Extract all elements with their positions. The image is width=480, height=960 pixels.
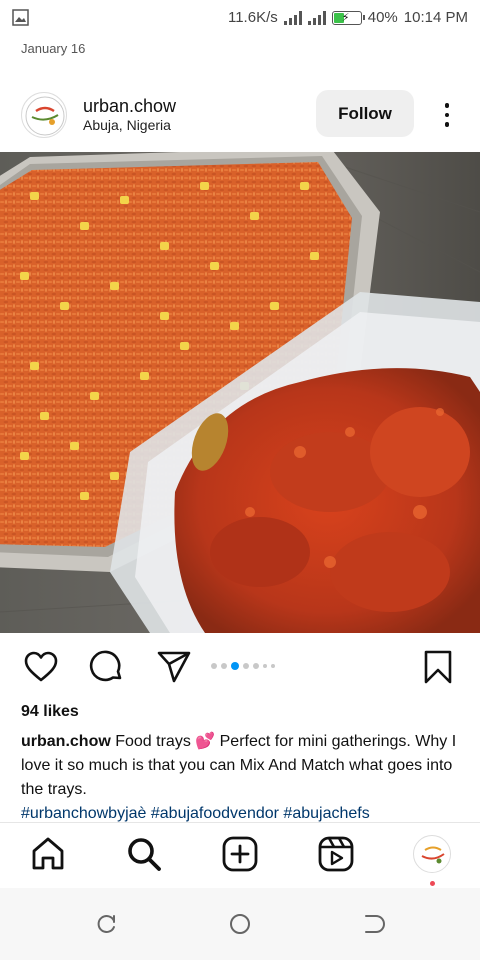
carousel-dot: [271, 664, 275, 668]
bookmark-icon[interactable]: [420, 649, 456, 685]
home-icon[interactable]: [29, 835, 67, 873]
signal-icon-2: [307, 10, 326, 25]
search-icon[interactable]: [125, 835, 163, 873]
recents-icon[interactable]: [95, 912, 119, 936]
bottom-nav: [0, 822, 480, 889]
carousel-dot: [211, 663, 217, 669]
post-date: January 16: [21, 41, 86, 56]
carousel-indicator: [211, 662, 275, 670]
clock: 10:14 PM: [403, 9, 468, 26]
carousel-dot: [243, 663, 249, 669]
likes-count[interactable]: 94 likes: [21, 703, 79, 721]
post-image[interactable]: [0, 152, 480, 633]
image-icon: [12, 9, 29, 26]
follow-button[interactable]: Follow: [316, 90, 414, 137]
carousel-dot: [263, 664, 267, 668]
profile-logo-icon: [416, 838, 450, 872]
system-nav-bar: [0, 888, 480, 960]
post-header: urban.chow Abuja, Nigeria Follow: [0, 88, 480, 142]
battery-percent: 40%: [367, 9, 398, 26]
heart-icon[interactable]: [23, 649, 59, 685]
more-options-icon[interactable]: [435, 96, 459, 134]
battery-icon: ⚡: [331, 10, 365, 25]
reels-icon[interactable]: [317, 835, 355, 873]
post-actions: [0, 645, 480, 691]
signal-icon: [283, 10, 302, 25]
share-icon[interactable]: [156, 649, 192, 685]
carousel-dot: [231, 662, 239, 670]
avatar[interactable]: [21, 92, 67, 138]
post-username[interactable]: urban.chow: [83, 96, 176, 117]
home-circle-icon[interactable]: [228, 912, 252, 936]
comment-icon[interactable]: [89, 649, 125, 685]
carousel-dot: [253, 663, 259, 669]
notification-dot: [430, 881, 435, 886]
profile-avatar[interactable]: [413, 835, 451, 873]
post-caption: urban.chow Food trays 💕 Perfect for mini…: [21, 730, 461, 826]
network-speed: 11.6K/s: [227, 9, 278, 26]
status-bar: 11.6K/s ⚡ 40% 10:14 PM: [0, 0, 480, 36]
logo-icon: [25, 96, 65, 136]
carousel-dot: [221, 663, 227, 669]
caption-username[interactable]: urban.chow: [21, 733, 111, 750]
create-icon[interactable]: [221, 835, 259, 873]
back-icon[interactable]: [361, 912, 385, 936]
post-location[interactable]: Abuja, Nigeria: [83, 117, 171, 133]
